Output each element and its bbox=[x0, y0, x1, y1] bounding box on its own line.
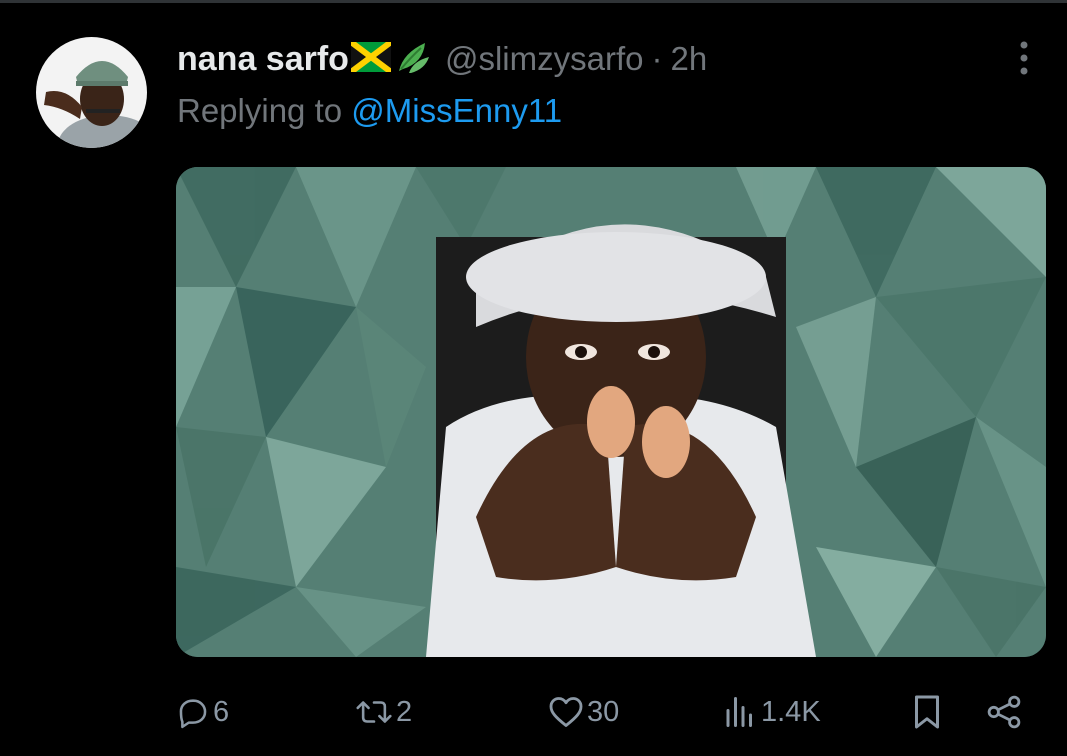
replying-to: Replying to @MissEnny11 bbox=[177, 92, 562, 130]
repost-count: 2 bbox=[396, 695, 413, 728]
bookmark-icon bbox=[911, 694, 943, 730]
reply-count: 6 bbox=[213, 695, 230, 728]
media-picture bbox=[176, 167, 1046, 657]
separator-dot: · bbox=[651, 40, 663, 77]
heart-icon bbox=[548, 695, 584, 729]
tweet-header: nana sarfo @slimzysarfo · 2h bbox=[177, 36, 707, 82]
repost-button[interactable]: 2 bbox=[355, 688, 412, 736]
tweet-media-image[interactable] bbox=[176, 167, 1046, 657]
repost-icon bbox=[355, 695, 393, 729]
replying-prefix: Replying to bbox=[177, 92, 343, 129]
replying-to-link[interactable]: @MissEnny11 bbox=[351, 92, 562, 129]
top-divider bbox=[0, 0, 1067, 3]
tweet-actions: 6 2 30 1.4K bbox=[0, 688, 1067, 736]
reply-button[interactable]: 6 bbox=[176, 688, 229, 736]
tweet-timestamp[interactable]: 2h bbox=[670, 40, 707, 78]
share-button[interactable] bbox=[985, 688, 1023, 736]
avatar[interactable] bbox=[36, 37, 147, 148]
like-count: 30 bbox=[587, 695, 620, 728]
display-name[interactable]: nana sarfo bbox=[177, 40, 349, 79]
herb-leaf-icon bbox=[395, 39, 431, 80]
views-bar-chart-icon bbox=[722, 695, 758, 729]
views-button[interactable]: 1.4K bbox=[722, 688, 821, 736]
more-vertical-icon[interactable] bbox=[1008, 38, 1040, 78]
reply-icon bbox=[176, 695, 210, 729]
avatar-image bbox=[36, 37, 147, 148]
user-handle[interactable]: @slimzysarfo bbox=[445, 40, 644, 78]
like-button[interactable]: 30 bbox=[548, 688, 619, 736]
bookmark-button[interactable] bbox=[911, 688, 943, 736]
share-icon bbox=[985, 694, 1023, 730]
views-count: 1.4K bbox=[761, 695, 821, 728]
jamaica-flag-icon bbox=[349, 39, 393, 77]
